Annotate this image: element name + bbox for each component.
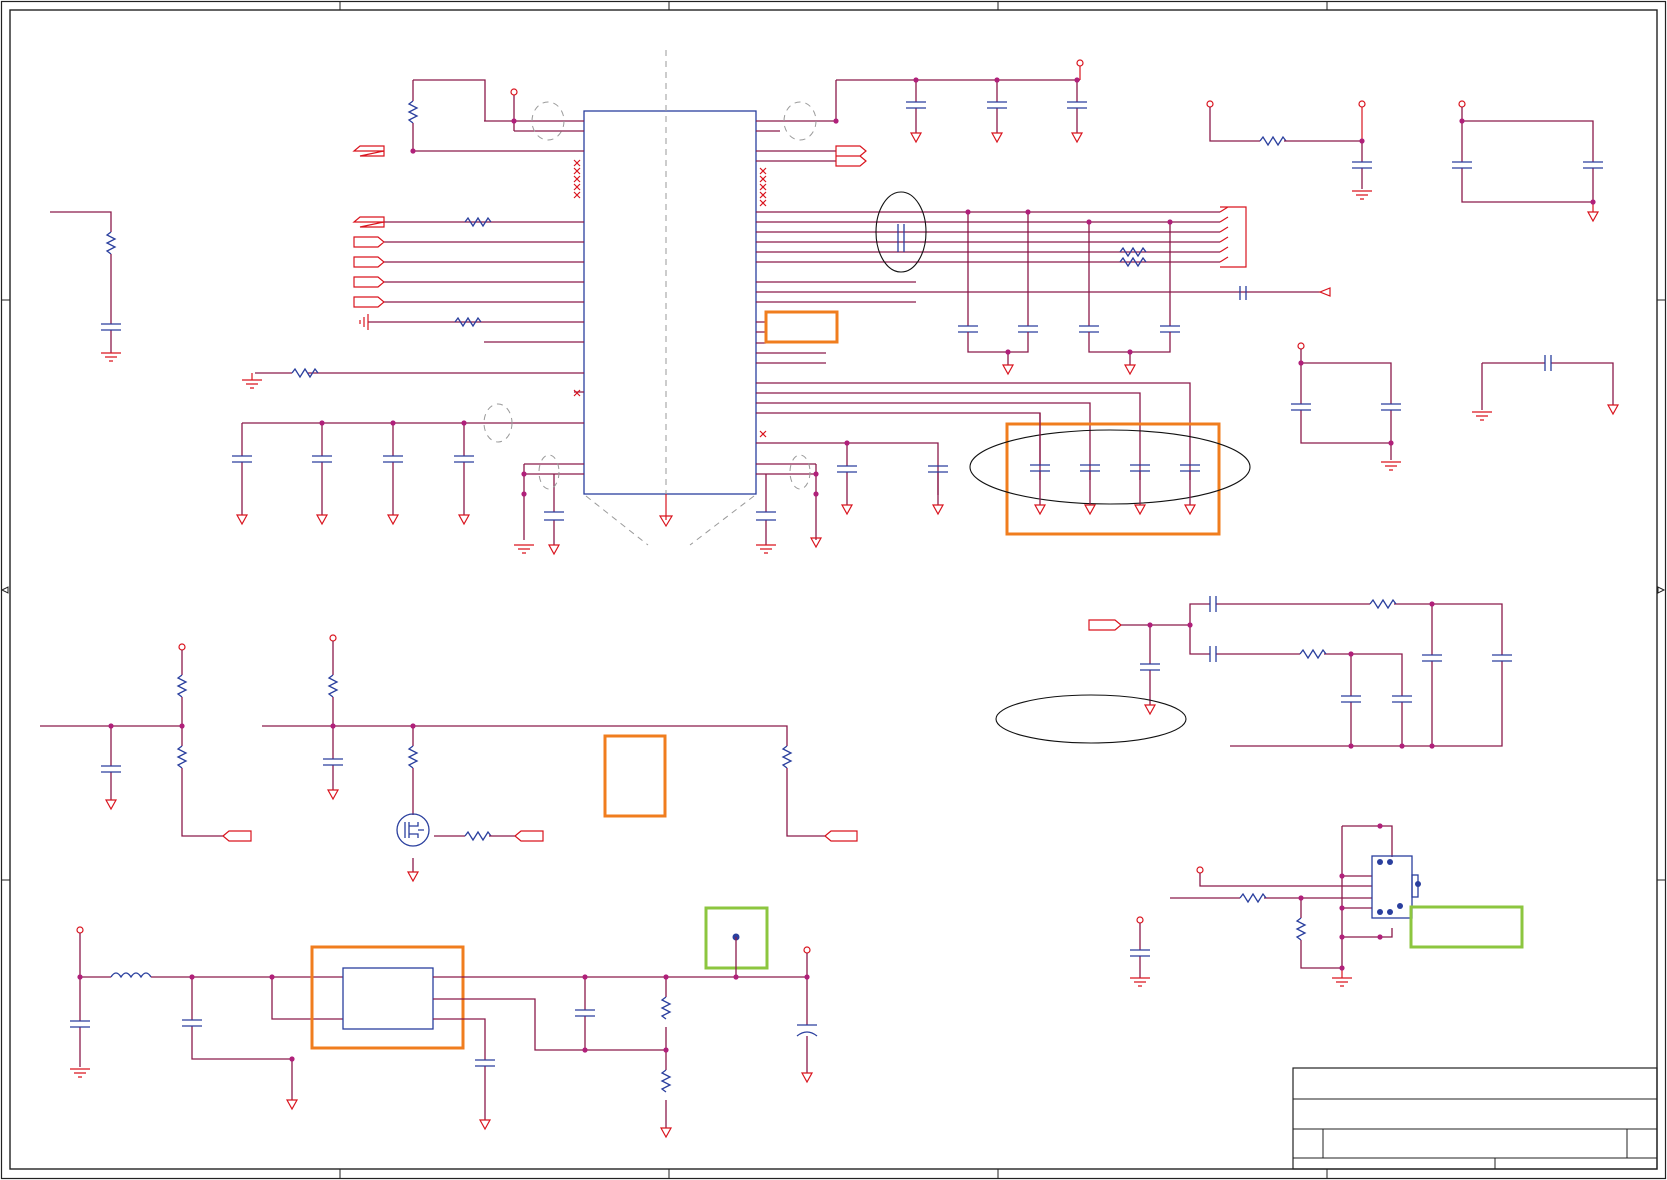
data-bus-network	[875, 191, 1331, 376]
rc-network-top-left	[50, 211, 121, 362]
title-block	[1292, 1067, 1658, 1170]
power-regulator-section	[70, 906, 818, 1139]
highlight-box-ic-pins	[764, 310, 839, 344]
schematic-sheet	[0, 0, 1667, 1180]
level-shifter-left	[40, 634, 858, 883]
decoupling-caps-left	[232, 403, 513, 526]
ic-top-left-network	[352, 79, 565, 228]
ic-bottom-right	[756, 454, 823, 554]
ic-left-pins	[242, 120, 584, 475]
schematic-canvas	[0, 0, 1667, 1180]
main-ic-u1[interactable]	[583, 50, 757, 546]
highlight-decap-group	[969, 413, 1251, 536]
ic-right-pins	[756, 120, 1320, 495]
cap-network-mid-right	[1291, 342, 1620, 471]
filter-network-right	[995, 596, 1512, 747]
decoupling-caps-right	[837, 443, 948, 516]
ic-left-inputs	[242, 216, 492, 389]
sensor-ic-bottom-right	[1130, 825, 1524, 987]
ic-bottom-left	[514, 454, 564, 556]
ic-top-right-power	[783, 59, 1087, 167]
highlight-box-empty	[603, 734, 667, 818]
junction-dots	[77, 77, 1596, 1062]
drawing-frame	[0, 0, 1667, 1180]
pullup-network-top-right	[1206, 100, 1603, 223]
